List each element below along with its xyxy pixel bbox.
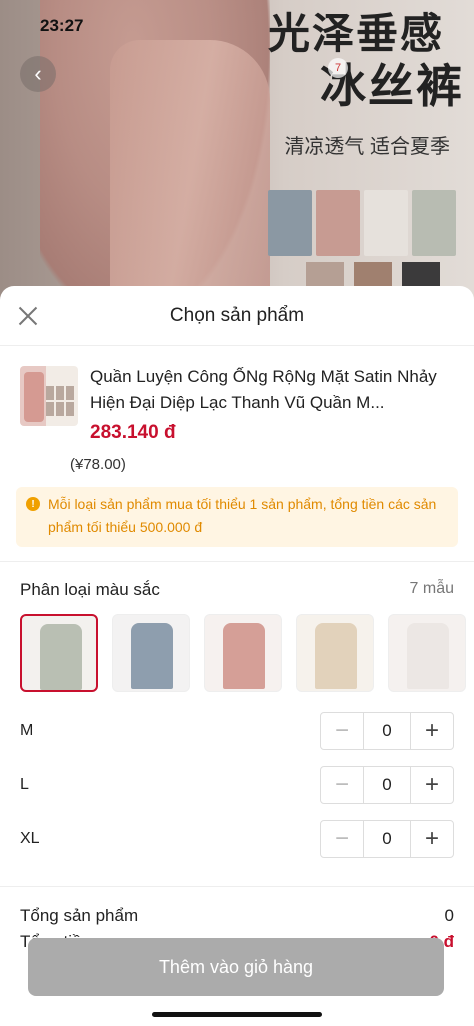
quantity-stepper: − 0 +: [320, 766, 454, 804]
minus-icon[interactable]: −: [321, 821, 363, 857]
color-option-beige[interactable]: [296, 614, 374, 692]
size-label: XL: [20, 830, 40, 847]
color-option-dusty-blue[interactable]: [112, 614, 190, 692]
color-option-pink[interactable]: [204, 614, 282, 692]
product-image-background: 光泽垂感 冰丝裤 清凉透气 适合夏季: [0, 0, 474, 300]
size-row-xl: XL − 0 +: [20, 812, 454, 866]
variant-header: Phân loại màu sắc 7 mẫu: [0, 562, 474, 600]
minus-icon[interactable]: −: [321, 767, 363, 803]
image-counter: 7: [328, 58, 348, 78]
plus-icon[interactable]: +: [411, 767, 453, 803]
quantity-value[interactable]: 0: [363, 767, 411, 803]
size-label: L: [20, 776, 29, 793]
product-summary: Quần Luyện Công ỐNg RộNg Mặt Satin Nhảy …: [0, 346, 474, 444]
product-thumbnail: [20, 366, 78, 426]
close-icon[interactable]: [16, 304, 40, 328]
product-info: Quần Luyện Công ỐNg RộNg Mặt Satin Nhảy …: [90, 364, 454, 444]
size-row-l: L − 0 +: [20, 758, 454, 812]
chevron-left-icon: ‹: [34, 61, 42, 86]
color-option-white[interactable]: [388, 614, 466, 692]
variant-title: Phân loại màu sắc: [20, 580, 160, 599]
size-label: M: [20, 722, 34, 739]
notice-text: Mỗi loại sản phẩm mua tối thiểu 1 sản ph…: [48, 496, 437, 535]
original-price: (¥78.00): [70, 456, 126, 473]
back-button[interactable]: ‹: [20, 56, 56, 92]
total-products-label: Tổng sản phẩm: [20, 906, 139, 925]
quantity-value[interactable]: 0: [363, 821, 411, 857]
add-to-cart-button[interactable]: Thêm vào giỏ hàng: [28, 938, 444, 996]
home-indicator: [152, 1012, 322, 1017]
plus-icon[interactable]: +: [411, 821, 453, 857]
color-option-sage[interactable]: [20, 614, 98, 692]
quantity-value[interactable]: 0: [363, 713, 411, 749]
minimum-order-notice: ! Mỗi loại sản phẩm mua tối thiểu 1 sản …: [16, 487, 458, 547]
plus-icon[interactable]: +: [411, 713, 453, 749]
product-select-sheet: Chọn sản phẩm Quần Luyện Công ỐNg RộNg M…: [0, 286, 474, 1026]
product-name: Quần Luyện Công ỐNg RộNg Mặt Satin Nhảy …: [90, 367, 437, 412]
status-time: 23:27: [40, 16, 84, 35]
background-swatches: [268, 190, 456, 256]
color-options: [0, 600, 474, 692]
quantity-stepper: − 0 +: [320, 820, 454, 858]
total-products-value: 0: [444, 906, 454, 925]
variant-count: 7 mẫu: [409, 580, 454, 597]
sheet-title: Chọn sản phẩm: [169, 304, 305, 326]
size-row-m: M − 0 +: [20, 704, 454, 758]
sheet-header: Chọn sản phẩm: [0, 286, 474, 346]
product-price: 283.140 đ: [90, 422, 176, 443]
minus-icon[interactable]: −: [321, 713, 363, 749]
size-quantity-list: M − 0 + L − 0 + XL − 0 +: [0, 692, 474, 866]
headline-subline: 清凉透气 适合夏季: [284, 136, 450, 158]
warning-icon: !: [26, 497, 40, 511]
model-pants: [110, 40, 270, 300]
quantity-stepper: − 0 +: [320, 712, 454, 750]
total-products-row: Tổng sản phẩm 0: [20, 903, 454, 929]
